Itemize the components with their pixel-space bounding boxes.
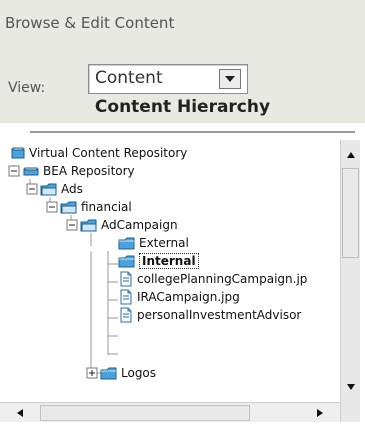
tree-node[interactable]: personalInvestmentAdvisor — [118, 306, 301, 324]
tree-node-label: collegePlanningCampaign.jp — [137, 272, 308, 286]
file-icon — [120, 271, 132, 287]
file-icon — [120, 307, 132, 323]
triangle-down-icon — [346, 384, 355, 390]
tree-node-selected[interactable]: Internal — [118, 252, 199, 270]
view-label: View: — [8, 80, 46, 96]
tree-node-label: financial — [81, 200, 132, 214]
tree-node[interactable]: financial — [46, 198, 132, 216]
tree-node-label: AdCampaign — [101, 218, 178, 232]
tree-node-label: Internal — [139, 253, 199, 269]
scroll-up-button[interactable] — [341, 146, 360, 164]
content-tree: Virtual Content Repository BEA Repositor… — [0, 140, 340, 402]
scroll-corner — [340, 402, 360, 422]
tree-node-label: Virtual Content Repository — [29, 146, 188, 160]
triangle-up-icon — [346, 152, 355, 158]
triangle-left-icon — [17, 409, 23, 417]
collapse-icon[interactable] — [46, 201, 58, 213]
view-select-value: Content — [95, 68, 163, 88]
tree-node[interactable]: Virtual Content Repository — [10, 144, 187, 162]
tree-node[interactable]: BEA Repository — [8, 162, 135, 180]
folder-open-icon — [60, 201, 77, 214]
tree-node-label: IRACampaign.jpg — [137, 290, 240, 304]
collapse-icon[interactable] — [66, 219, 78, 231]
view-select[interactable]: Content — [88, 64, 248, 94]
tree-node[interactable]: AdCampaign — [66, 216, 178, 234]
tree-node[interactable]: collegePlanningCampaign.jp — [118, 270, 307, 288]
scroll-down-button[interactable] — [341, 378, 360, 396]
folder-icon — [118, 255, 135, 268]
vertical-scroll-thumb[interactable] — [342, 168, 359, 258]
tree-node[interactable]: IRACampaign.jpg — [118, 288, 240, 306]
collapse-icon[interactable] — [8, 165, 20, 177]
tree-node[interactable]: Ads — [26, 180, 83, 198]
horizontal-scrollbar[interactable] — [0, 402, 340, 422]
horizontal-scroll-thumb[interactable] — [40, 405, 250, 421]
folder-open-icon — [40, 183, 57, 196]
repository-icon — [23, 167, 39, 176]
folder-open-icon — [80, 219, 97, 232]
app-title: Browse & Edit Content — [5, 14, 175, 32]
tree-node[interactable]: External — [118, 234, 189, 252]
tree-node-label: BEA Repository — [43, 164, 135, 178]
tree-node[interactable]: Logos — [86, 364, 156, 382]
tree-node-label: Logos — [121, 366, 157, 380]
panel-title: Content Hierarchy — [94, 97, 271, 117]
collapse-icon[interactable] — [26, 183, 38, 195]
folder-icon — [118, 237, 135, 250]
vertical-scrollbar[interactable] — [340, 140, 360, 402]
repository-icon — [11, 147, 25, 159]
tree-node-label: External — [139, 236, 189, 250]
folder-icon — [100, 367, 117, 380]
scroll-left-button[interactable] — [10, 404, 30, 422]
tree-node-label: Ads — [61, 182, 83, 196]
chevron-down-icon — [225, 76, 235, 82]
expand-icon[interactable] — [86, 367, 98, 379]
triangle-right-icon — [317, 409, 323, 417]
file-icon — [120, 289, 132, 305]
dropdown-button[interactable] — [219, 69, 241, 89]
tree-node-label: personalInvestmentAdvisor — [137, 308, 302, 322]
scroll-right-button[interactable] — [310, 404, 330, 422]
divider — [30, 131, 355, 133]
